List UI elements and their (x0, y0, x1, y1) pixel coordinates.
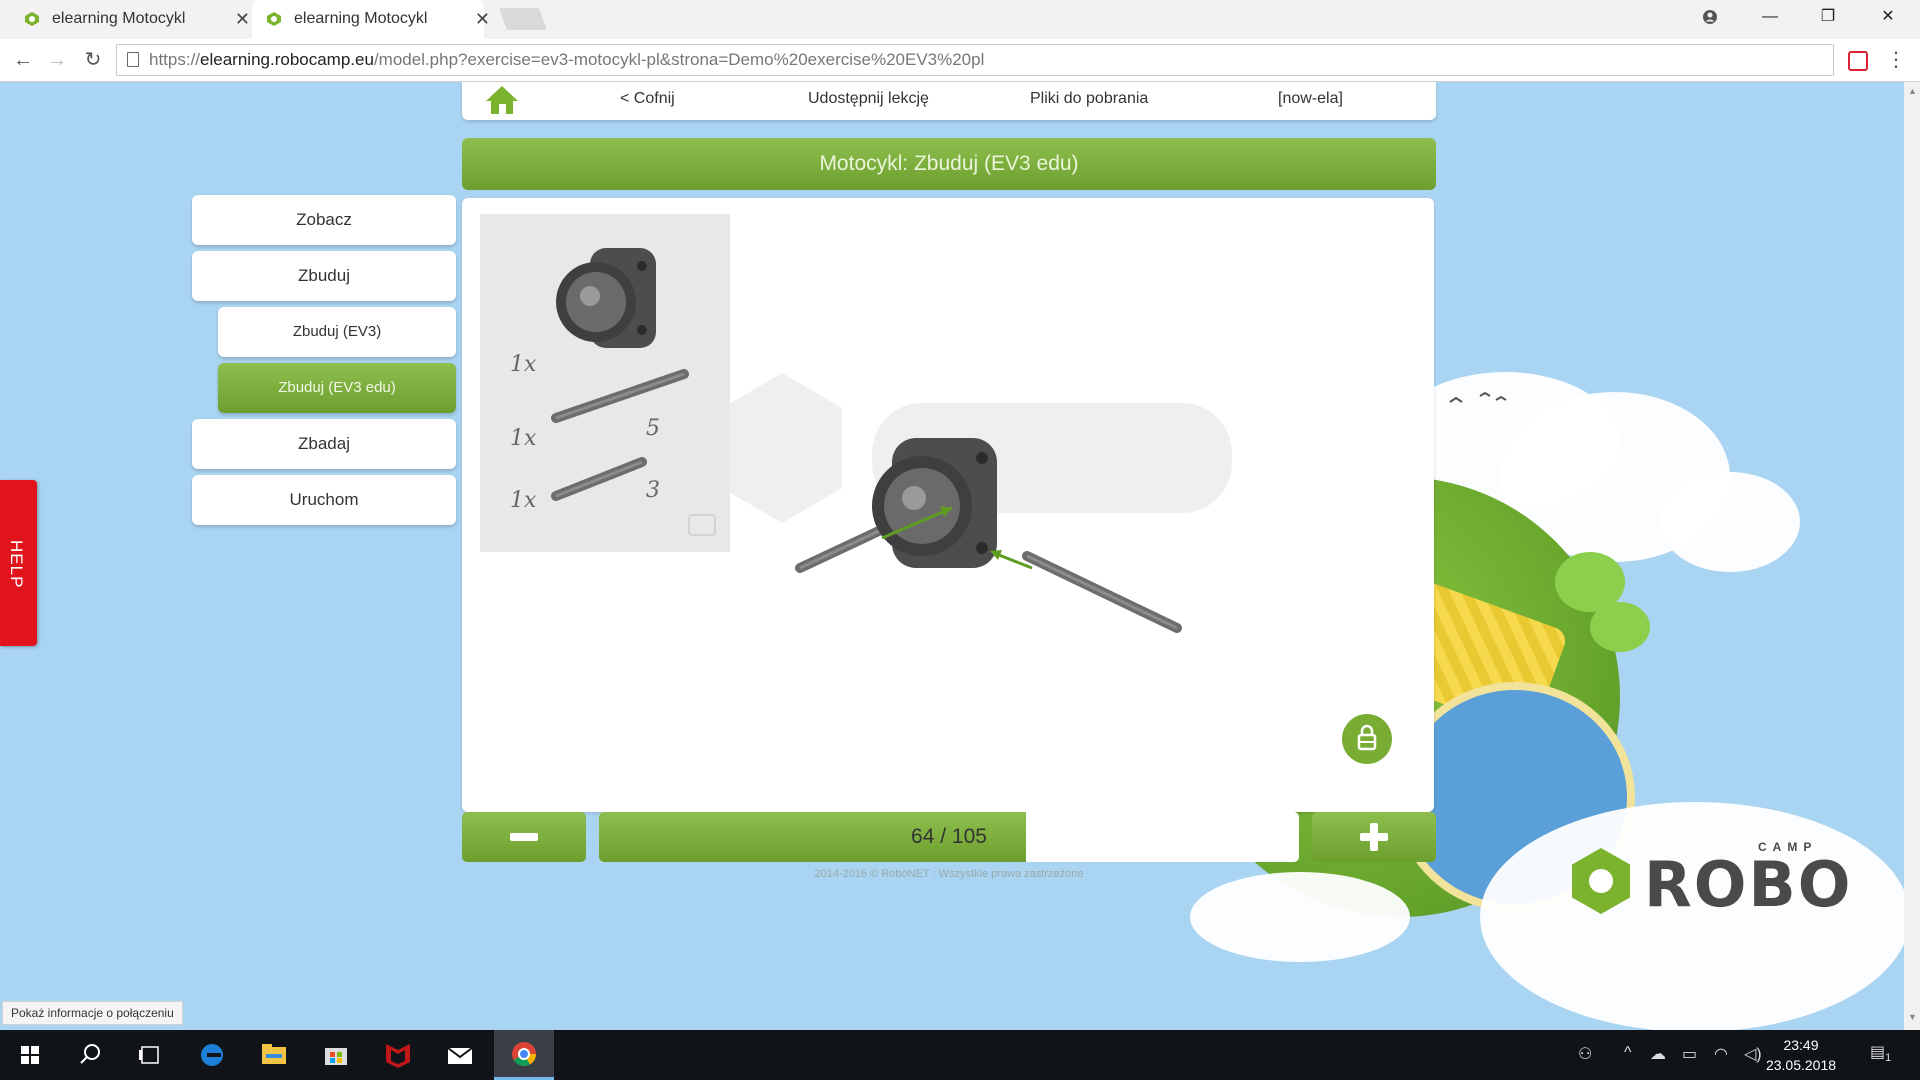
bag-icon (688, 514, 716, 536)
sidebar-item-zbuduj-ev3-edu[interactable]: Zbuduj (EV3 edu) (218, 363, 456, 413)
back-arrow-icon[interactable]: ← (8, 45, 38, 75)
sidebar-item-label: Uruchom (289, 490, 359, 509)
home-icon[interactable] (484, 84, 520, 116)
extension-icon[interactable] (1848, 51, 1868, 71)
mcafee-icon[interactable] (368, 1030, 428, 1080)
sidebar-item-zobacz[interactable]: Zobacz (192, 195, 456, 245)
page-info-icon[interactable] (127, 52, 139, 67)
robocamp-hexagon-icon (1572, 848, 1630, 914)
plus-icon (1360, 823, 1388, 851)
minimize-icon[interactable]: — (1742, 0, 1798, 34)
birds-icon (1449, 391, 1507, 403)
windows-taskbar: ⚇ ^ ☁ ▭ ◠ ◁) 23:49 23.05.2018 ▤1 (0, 1030, 1920, 1080)
mail-icon[interactable] (430, 1030, 490, 1080)
page-scrollbar[interactable]: ▲ ▼ (1904, 82, 1920, 1030)
step-progress: 64 / 105 (599, 812, 1299, 862)
sidebar-item-zbadaj[interactable]: Zbadaj (192, 419, 456, 469)
url-scheme: https:// (149, 50, 201, 69)
battery-icon[interactable]: ▭ (1682, 1044, 1697, 1064)
parts-list: 1x 1x 5 1x 3 (480, 214, 730, 552)
instruction-card: 1x 1x 5 1x 3 (462, 198, 1434, 812)
page-nav: < Cofnij Udostępnij lekcję Pliki do pobr… (462, 82, 1436, 120)
help-tab[interactable]: HELP (0, 480, 37, 646)
minus-icon (510, 833, 538, 841)
part-qty: 1x (510, 426, 537, 451)
clock-date: 23.05.2018 (1765, 1057, 1837, 1073)
next-step-button[interactable] (1312, 812, 1436, 862)
sidebar-item-zbuduj-ev3[interactable]: Zbuduj (EV3) (218, 307, 456, 357)
browser-tab-2[interactable]: elearning Motocykl ✕ (252, 0, 490, 39)
sidebar-item-uruchom[interactable]: Uruchom (192, 475, 456, 525)
url-path: /model.php?exercise=ev3-motocykl-pl&stro… (373, 50, 985, 69)
previous-step-button[interactable] (462, 812, 586, 862)
url-host: elearning.robocamp.eu (200, 50, 374, 69)
windows-logo-icon (21, 1046, 39, 1064)
robocamp-logo: CAMP ROBO (1572, 840, 1862, 940)
step-counter: 64 / 105 (911, 825, 987, 848)
account-icon[interactable] (1682, 0, 1738, 34)
sidebar-item-zbuduj[interactable]: Zbuduj (192, 251, 456, 301)
copyright-footer: 2014-2016 © RoboNET : Wszystkie prawa za… (814, 868, 1084, 880)
sidebar-item-label: Zbuduj (EV3) (292, 323, 382, 340)
restore-icon[interactable]: ❐ (1800, 0, 1856, 34)
help-label: HELP (7, 540, 26, 589)
people-icon[interactable]: ⚇ (1578, 1044, 1592, 1064)
action-center-icon[interactable]: ▤1 (1870, 1042, 1891, 1064)
logo-robo-text: ROBO (1644, 848, 1853, 921)
show-hidden-icons-icon[interactable]: ^ (1624, 1044, 1632, 1062)
tab-title: elearning Motocykl (294, 10, 428, 27)
part-qty: 1x (510, 352, 537, 377)
part-qty: 1x (510, 488, 537, 513)
search-icon[interactable] (60, 1030, 120, 1080)
scroll-down-icon[interactable]: ▼ (1908, 1012, 1917, 1022)
downloads-link[interactable]: Pliki do pobrania (1030, 90, 1148, 108)
robocamp-favicon (25, 12, 39, 26)
bag-button[interactable] (1342, 714, 1392, 764)
bag-icon (1357, 724, 1377, 751)
part-length: 3 (646, 478, 660, 503)
sidebar-item-label: Zbadaj (298, 434, 350, 453)
page-title: Motocykl: Zbuduj (EV3 edu) (462, 138, 1436, 190)
connection-info-bubble: Pokaż informacje o połączeniu (2, 1001, 183, 1025)
sidebar-item-label: Zobacz (296, 210, 352, 229)
address-bar[interactable]: https://elearning.robocamp.eu/model.php?… (116, 44, 1834, 76)
sidebar-item-label: Zbuduj (EV3 edu) (278, 379, 396, 396)
tab-title: elearning Motocykl (52, 10, 186, 27)
edge-browser-icon[interactable] (182, 1030, 242, 1080)
axle-3-part-icon (551, 457, 647, 501)
back-link[interactable]: < Cofnij (620, 90, 675, 108)
page-viewport: CAMP ROBO HELP < Cofnij Udostępnij lekcj… (0, 82, 1904, 1030)
axle-5-part-icon (551, 369, 689, 423)
start-button[interactable] (0, 1030, 60, 1080)
clock-time: 23:49 (1783, 1037, 1819, 1053)
tab-strip: elearning Motocykl ✕ elearning Motocykl … (0, 0, 1920, 39)
task-view-icon[interactable] (120, 1030, 180, 1080)
close-window-icon[interactable]: ✕ (1860, 0, 1916, 34)
part-length: 5 (646, 416, 660, 441)
notification-count: 1 (1885, 1052, 1892, 1065)
user-link[interactable]: [now-ela] (1278, 90, 1343, 108)
scroll-up-icon[interactable]: ▲ (1908, 86, 1917, 96)
browser-menu-icon[interactable]: ⋮ (1886, 47, 1906, 72)
system-clock[interactable]: 23:49 23.05.2018 (1756, 1035, 1846, 1075)
chrome-icon[interactable] (494, 1030, 554, 1080)
store-icon[interactable] (306, 1030, 366, 1080)
new-tab-button[interactable] (498, 8, 548, 30)
browser-toolbar: ← → ↻ https://elearning.robocamp.eu/mode… (0, 39, 1920, 82)
sidebar-item-label: Zbuduj (298, 266, 350, 285)
share-lesson-link[interactable]: Udostępnij lekcję (808, 90, 929, 108)
close-tab-icon[interactable]: ✕ (475, 0, 490, 38)
onedrive-icon[interactable]: ☁ (1650, 1044, 1666, 1064)
wifi-icon[interactable]: ◠ (1714, 1044, 1728, 1064)
file-explorer-icon[interactable] (244, 1030, 304, 1080)
browser-tab-1[interactable]: elearning Motocykl ✕ (24, 0, 250, 38)
connector-part-icon (556, 248, 656, 348)
close-tab-icon[interactable]: ✕ (235, 0, 250, 38)
assembly-step-illustration (795, 438, 1182, 633)
robocamp-favicon (267, 12, 281, 26)
forward-arrow-icon[interactable]: → (42, 45, 72, 75)
reload-icon[interactable]: ↻ (78, 45, 108, 75)
